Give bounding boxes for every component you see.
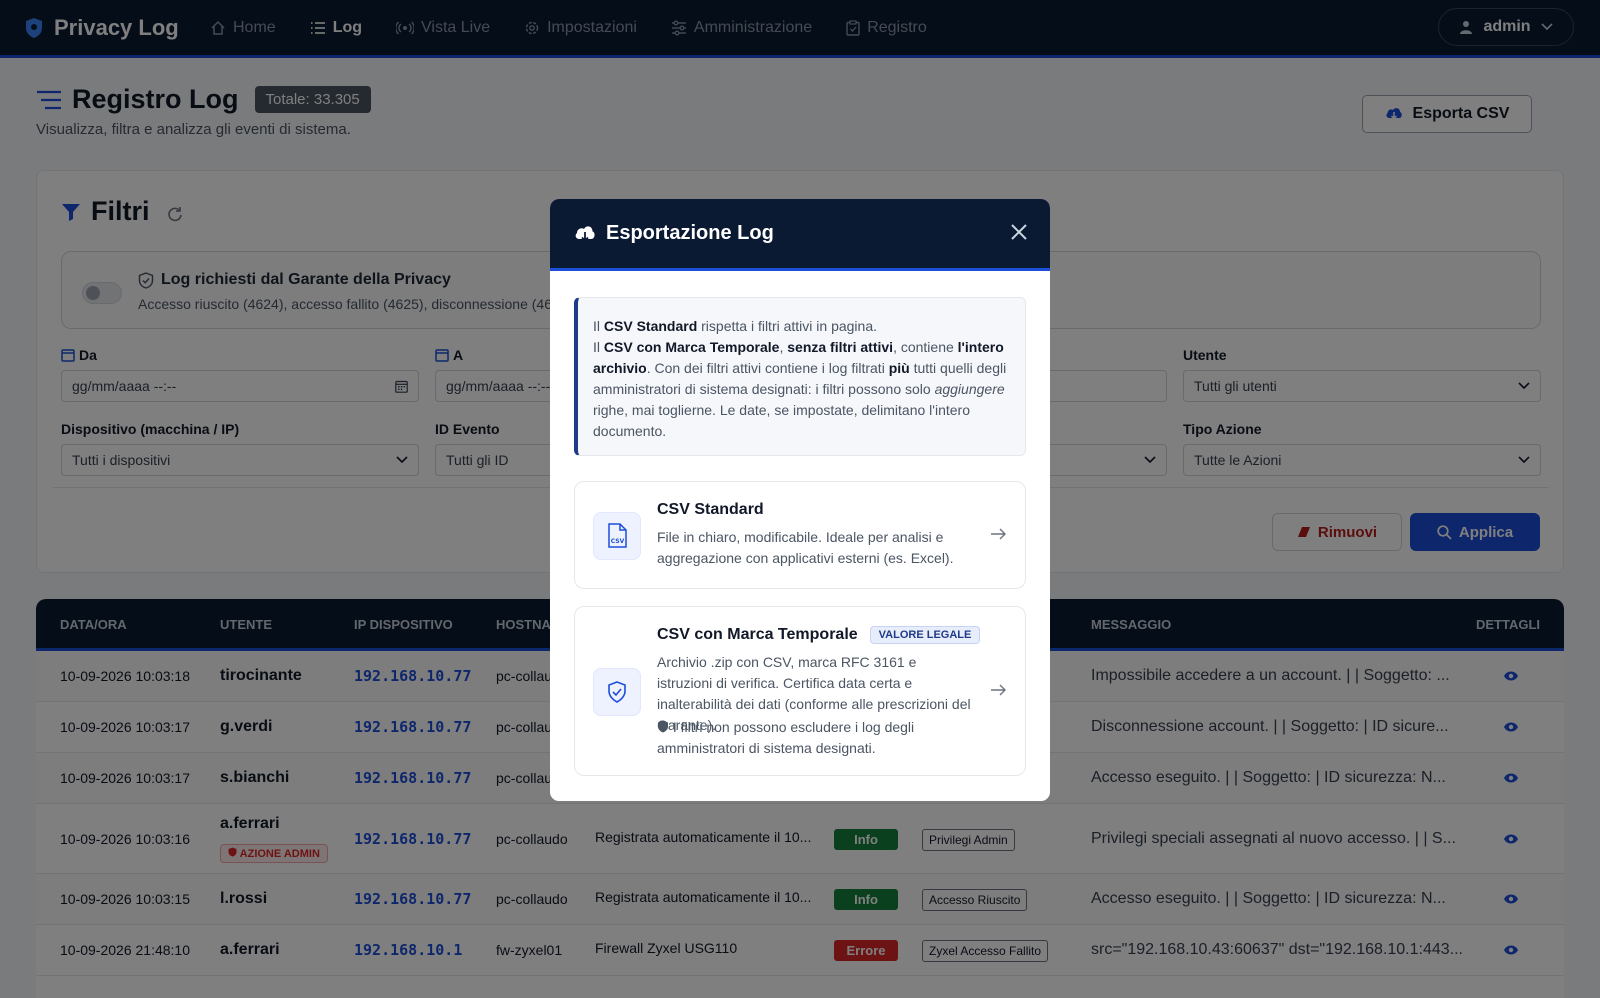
opt2-note-text: I filtri non possono escludere i log deg… xyxy=(657,719,915,756)
modal-header: Esportazione Log xyxy=(550,199,1050,271)
cloud-download-icon xyxy=(575,225,595,242)
shield-icon xyxy=(658,720,668,733)
arrow-right-icon xyxy=(991,528,1006,540)
modal-title: Esportazione Log xyxy=(606,222,774,244)
opt1-title: CSV Standard xyxy=(657,501,764,518)
info-line-standard: Il CSV Standard rispetta i filtri attivi… xyxy=(593,318,877,334)
info-line-timestamp: Il CSV con Marca Temporale, senza filtri… xyxy=(593,339,1007,439)
opt2-title: CSV con Marca Temporale xyxy=(657,626,858,643)
arrow-right-icon xyxy=(991,684,1006,696)
legal-value-badge: VALORE LEGALE xyxy=(869,626,981,644)
option-csv-timestamp[interactable]: CSV con Marca Temporale VALORE LEGALE Ar… xyxy=(574,606,1026,776)
opt1-description: File in chiaro, modificabile. Ideale per… xyxy=(657,529,954,566)
option-csv-standard[interactable]: CSV CSV Standard File in chiaro, modific… xyxy=(574,481,1026,589)
export-modal: Esportazione Log Il CSV Standard rispett… xyxy=(550,199,1050,801)
shield-check-icon xyxy=(593,668,641,716)
export-info-box: Il CSV Standard rispetta i filtri attivi… xyxy=(574,297,1026,456)
csv-file-icon: CSV xyxy=(593,512,641,560)
opt2-note: I filtri non possono escludere i log deg… xyxy=(657,717,973,759)
opt2-title-row: CSV con Marca Temporale VALORE LEGALE xyxy=(657,626,981,644)
close-icon[interactable] xyxy=(1010,223,1028,241)
svg-text:CSV: CSV xyxy=(611,538,625,545)
